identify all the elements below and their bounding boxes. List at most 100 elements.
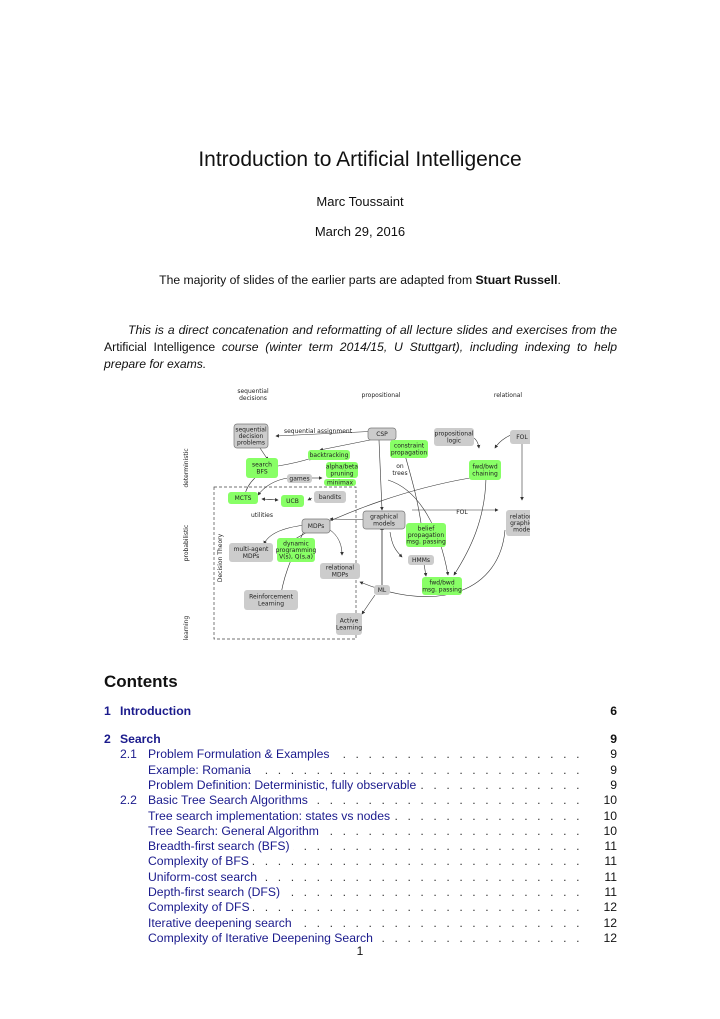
toc-entry-page[interactable]: 9 bbox=[610, 762, 617, 778]
node-label: bandits bbox=[319, 494, 341, 501]
node-constraint-prop: constraint propagation bbox=[390, 440, 428, 458]
toc-entry-page[interactable]: 11 bbox=[604, 869, 617, 885]
node-ucb: UCB bbox=[281, 495, 304, 507]
edge-label-utilities: utilities bbox=[251, 512, 273, 519]
toc-entry-page[interactable]: 11 bbox=[604, 838, 617, 854]
toc-entry-number: 1 bbox=[104, 704, 111, 718]
node-games: games bbox=[287, 474, 312, 483]
edge-gm-hmms bbox=[389, 531, 403, 558]
toc-entry-page[interactable]: 10 bbox=[603, 792, 617, 808]
node-rel-graphical: relationalgraphicalmodels bbox=[506, 510, 530, 536]
toc-entry-number: 2.1 bbox=[120, 747, 137, 762]
node-mdps: MDPs bbox=[301, 518, 331, 534]
col-header-relational: relational bbox=[494, 392, 523, 399]
toc-entry-page[interactable]: 11 bbox=[604, 853, 617, 869]
date: March 29, 2016 bbox=[314, 224, 406, 239]
toc-entry-page[interactable]: 11 bbox=[604, 884, 617, 900]
node-label: CSP bbox=[376, 431, 388, 438]
toc-entry-title[interactable]: Complexity of BFS bbox=[148, 853, 252, 870]
node-label: alpha/beta pruning bbox=[326, 464, 359, 478]
node-dyn-prog: dynamic programming V(s), Q(s,a) bbox=[276, 538, 317, 562]
toc-entry-page[interactable]: 12 bbox=[603, 899, 617, 915]
toc-entry[interactable]: . . . . . . . . . . . . . . . . . . . . … bbox=[104, 853, 617, 870]
row-label-deterministic: deterministic bbox=[183, 448, 190, 487]
toc-entry-page[interactable]: 12 bbox=[603, 915, 617, 931]
node-label: FOL bbox=[516, 434, 528, 441]
toc-entry-title[interactable]: Depth-first search (DFS) bbox=[148, 884, 284, 900]
node-label: constraint propagation bbox=[391, 443, 427, 457]
node-minimax: minimax bbox=[324, 479, 356, 487]
toc-entry-page[interactable]: 10 bbox=[603, 823, 617, 839]
decision-theory-label: Decision Theory bbox=[217, 533, 224, 582]
edge-bandits-ucb bbox=[307, 497, 313, 501]
toc-entry-page[interactable]: 6 bbox=[610, 703, 617, 719]
toc-entry-title[interactable]: Search bbox=[120, 731, 164, 747]
toc-entry[interactable]: . . . . . . . . . . . . . . . . . . . . … bbox=[104, 884, 617, 900]
node-mcts: MCTS bbox=[228, 492, 258, 504]
node-fwd-bwd-chaining: fwd/bwd chaining bbox=[469, 460, 501, 480]
toc-entry-title[interactable]: Example: Romania bbox=[148, 761, 254, 778]
node-label: fwd/bwd chaining bbox=[472, 464, 498, 478]
node-csp: CSP bbox=[367, 427, 397, 441]
toc-entry[interactable]: . . . . . . . . . . . . . . . . . . . . … bbox=[104, 899, 617, 916]
toc-entry-title[interactable]: Complexity of DFS bbox=[148, 899, 253, 916]
toc-entry-title[interactable]: Breadth-first search (BFS) bbox=[148, 838, 293, 855]
ai-topics-diagram: sequential decisions propositional relati… bbox=[183, 388, 530, 640]
toc-entry-title[interactable]: Iterative deepening search bbox=[148, 914, 295, 931]
toc-entry[interactable]: . . . . . . . . . . . . . . . . . . . . … bbox=[104, 776, 617, 793]
toc-entry-title[interactable]: Problem Definition: Deterministic, fully… bbox=[148, 776, 420, 793]
toc-entry-page[interactable]: 9 bbox=[610, 731, 617, 747]
toc-entry-title[interactable]: Tree Search: General Algorithm bbox=[148, 822, 322, 839]
credit-line: The majority of slides of the earlier pa… bbox=[0, 273, 720, 287]
toc-entry[interactable]: 2.2. . . . . . . . . . . . . . . . . . .… bbox=[104, 792, 617, 809]
node-active-learning: Active Learning bbox=[336, 613, 362, 635]
toc-entry[interactable]: . . . . . . . . . . . . . . . . . . . . … bbox=[104, 868, 617, 885]
edge-ml-active bbox=[361, 594, 376, 615]
node-label: games bbox=[289, 476, 309, 483]
node-graphical-models: graphical models bbox=[362, 510, 406, 530]
node-label: ML bbox=[378, 587, 387, 594]
toc-entry[interactable]: . . . . . . . . . . . . . . . . . . . . … bbox=[104, 914, 617, 931]
toc-entry[interactable]: 2.1. . . . . . . . . . . . . . . . . . .… bbox=[104, 746, 617, 763]
document-title: Introduction to Artificial Intelligence bbox=[198, 148, 522, 171]
diagram-nodes: sequential decision problems CSP proposition… bbox=[228, 423, 530, 635]
node-fol: FOL bbox=[510, 430, 530, 444]
toc-entry-title[interactable]: Problem Formulation & Examples bbox=[148, 746, 333, 763]
edge-fwd-fwdmsg bbox=[453, 477, 487, 576]
abstract-text-1: This is a direct concatenation and refor… bbox=[128, 323, 617, 337]
toc-entry[interactable]: 2 Search 9 bbox=[104, 731, 617, 747]
node-label: HMMs bbox=[412, 557, 430, 564]
toc-entry[interactable]: . . . . . . . . . . . . . . . . . . . . … bbox=[104, 761, 617, 778]
toc-entry[interactable]: 1 Introduction 6 bbox=[104, 703, 617, 719]
node-bandits: bandits bbox=[314, 491, 346, 503]
node-label: relationalgraphicalmodels bbox=[510, 513, 530, 533]
toc-entry-title[interactable]: Basic Tree Search Algorithms bbox=[148, 792, 311, 809]
node-label: graphical models bbox=[370, 514, 398, 528]
toc-entry-page[interactable]: 10 bbox=[603, 808, 617, 824]
abstract: This is a direct concatenation and refor… bbox=[104, 322, 617, 373]
node-label: Active Learning bbox=[336, 618, 362, 632]
edge-games-mcts bbox=[257, 477, 289, 496]
toc-entry-title[interactable]: Introduction bbox=[120, 703, 195, 719]
toc-entry-page[interactable]: 9 bbox=[610, 777, 617, 793]
node-label: backtracking bbox=[310, 452, 349, 459]
author: Marc Toussaint bbox=[316, 194, 404, 209]
contents-heading: Contents bbox=[104, 672, 178, 691]
toc-entry-number: 2 bbox=[104, 732, 111, 746]
node-rl: Reinforcement Learning bbox=[244, 590, 298, 610]
node-label: sequential decision problems bbox=[235, 426, 267, 446]
toc-entry-title[interactable]: Uniform-cost search bbox=[148, 868, 261, 885]
toc-entry[interactable]: . . . . . . . . . . . . . . . . . . . . … bbox=[104, 822, 617, 839]
toc-entry-page[interactable]: 9 bbox=[610, 746, 617, 762]
node-label: UCB bbox=[286, 498, 299, 505]
edge-label-seq-assign: sequential assignment bbox=[284, 428, 353, 435]
toc-entry-title[interactable]: Tree search implementation: states vs no… bbox=[148, 807, 394, 824]
page-number: 1 bbox=[356, 944, 364, 958]
node-prop-logic: propositional logic bbox=[434, 428, 474, 446]
node-alpha-beta: alpha/beta pruning bbox=[326, 462, 359, 478]
toc-entry[interactable]: . . . . . . . . . . . . . . . . . . . . … bbox=[104, 838, 617, 855]
abstract-course-name: Artificial Intelligence bbox=[104, 340, 216, 354]
toc-entry[interactable]: . . . . . . . . . . . . . . . . . . . . … bbox=[104, 807, 617, 824]
col-header-propositional: propositional bbox=[362, 392, 401, 399]
node-relational-mdps: relational MDPs bbox=[320, 563, 360, 579]
